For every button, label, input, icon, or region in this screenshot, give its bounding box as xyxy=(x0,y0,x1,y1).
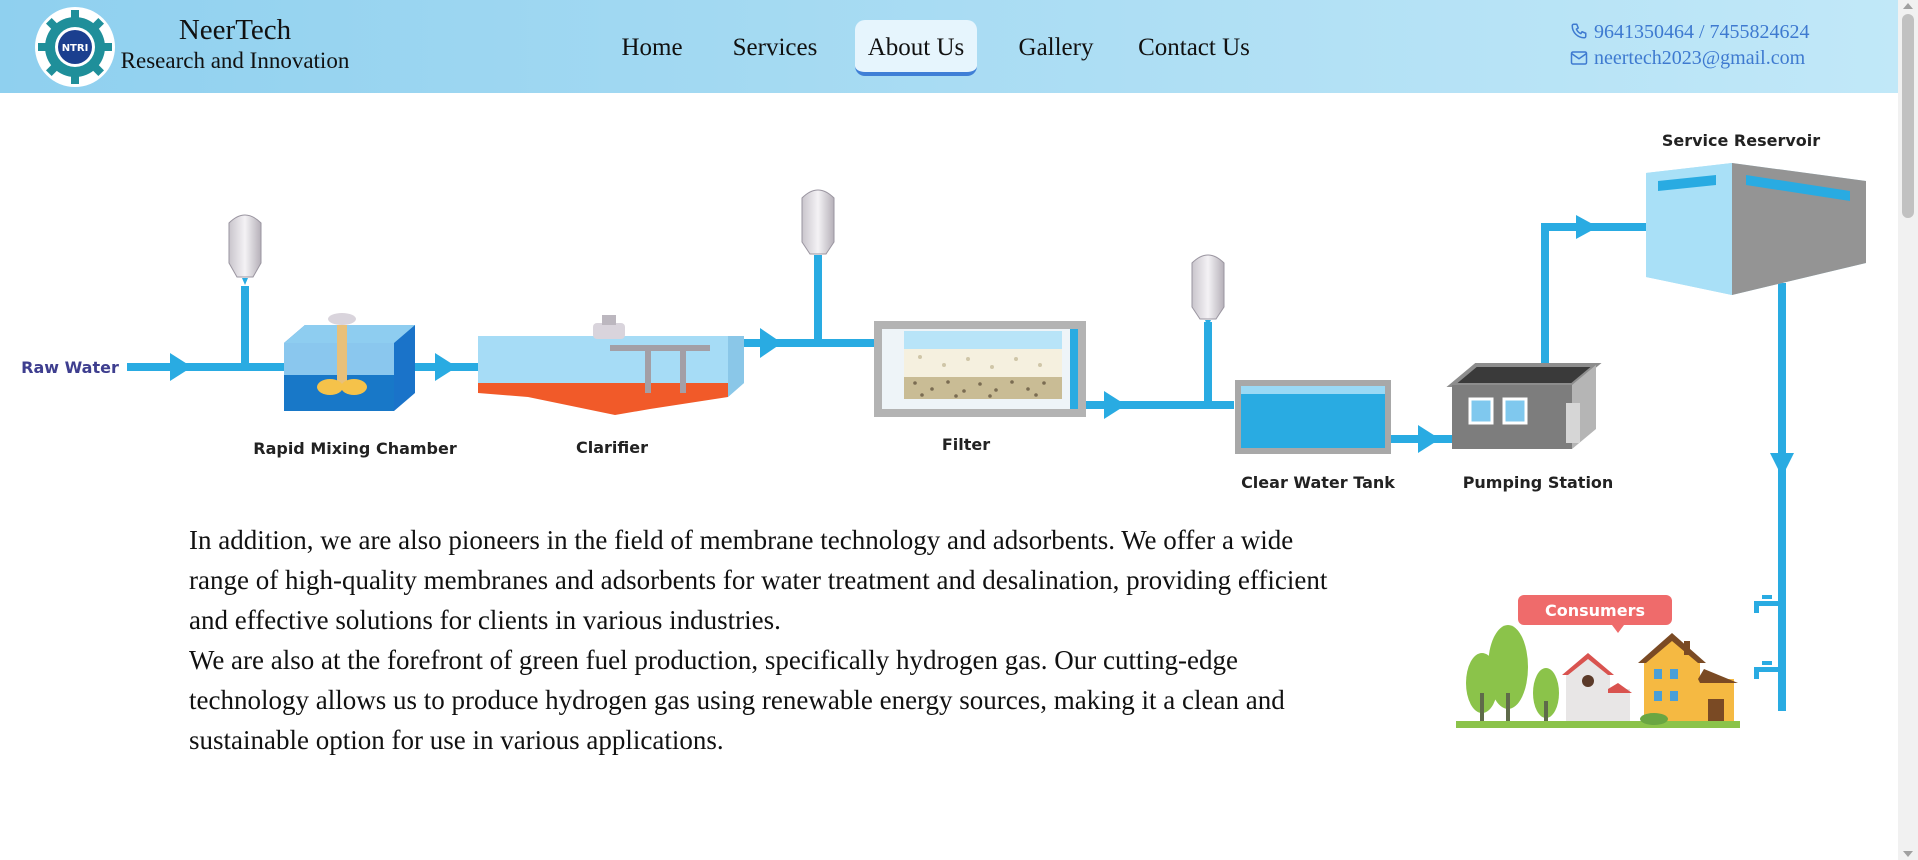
logo-text: NTRI xyxy=(62,43,89,54)
scrollbar-thumb[interactable] xyxy=(1902,14,1914,218)
raw-water-label: Raw Water xyxy=(21,358,119,377)
about-text: In addition, we are also pioneers in the… xyxy=(189,520,1339,760)
pumping-station-label: Pumping Station xyxy=(1463,473,1614,492)
ntri-logo-icon[interactable]: NTRI xyxy=(34,6,116,88)
email-address: neertech2023@gmail.com xyxy=(1594,47,1806,69)
clarifier-label: Clarifier xyxy=(576,438,648,457)
nav-about-us[interactable]: About Us xyxy=(855,20,977,76)
hydrogen-paragraph: We are also at the forefront of green fu… xyxy=(189,645,1285,755)
service-reservoir xyxy=(1646,163,1866,295)
page-scrollbar[interactable] xyxy=(1898,0,1918,860)
mail-icon xyxy=(1570,51,1588,65)
filter-unit xyxy=(874,321,1086,417)
nav-home[interactable]: Home xyxy=(612,20,692,76)
membrane-paragraph: In addition, we are also pioneers in the… xyxy=(189,525,1328,635)
clarifier xyxy=(478,315,744,415)
nav-gallery[interactable]: Gallery xyxy=(1006,20,1106,76)
phone-number: 9641350464 / 7455824624 xyxy=(1594,21,1810,43)
brand-name[interactable]: NeerTech xyxy=(120,14,350,47)
email-contact[interactable]: neertech2023@gmail.com xyxy=(1570,47,1805,70)
consumers-area: Consumers xyxy=(1456,595,1782,728)
scroll-up-icon[interactable] xyxy=(1903,3,1913,9)
service-reservoir-label: Service Reservoir xyxy=(1662,131,1820,150)
rapid-mixing-chamber xyxy=(284,313,415,411)
brand-subtitle: Research and Innovation xyxy=(120,48,350,73)
rapid-mixing-label: Rapid Mixing Chamber xyxy=(253,439,457,458)
scroll-down-icon[interactable] xyxy=(1903,851,1913,857)
phone-contact[interactable]: 9641350464 / 7455824624 xyxy=(1570,21,1810,44)
site-header: NTRI NeerTech Research and Innovation Ho… xyxy=(0,0,1898,93)
nav-services[interactable]: Services xyxy=(724,20,826,76)
nav-contact-us[interactable]: Contact Us xyxy=(1131,20,1257,76)
filter-label: Filter xyxy=(942,435,990,454)
chemical-feed-tanks xyxy=(228,189,1225,327)
clear-water-tank-label: Clear Water Tank xyxy=(1241,473,1395,492)
clear-water-tank xyxy=(1235,380,1391,454)
pumping-station xyxy=(1446,363,1602,449)
consumers-label: Consumers xyxy=(1545,601,1645,620)
phone-icon xyxy=(1571,23,1587,39)
